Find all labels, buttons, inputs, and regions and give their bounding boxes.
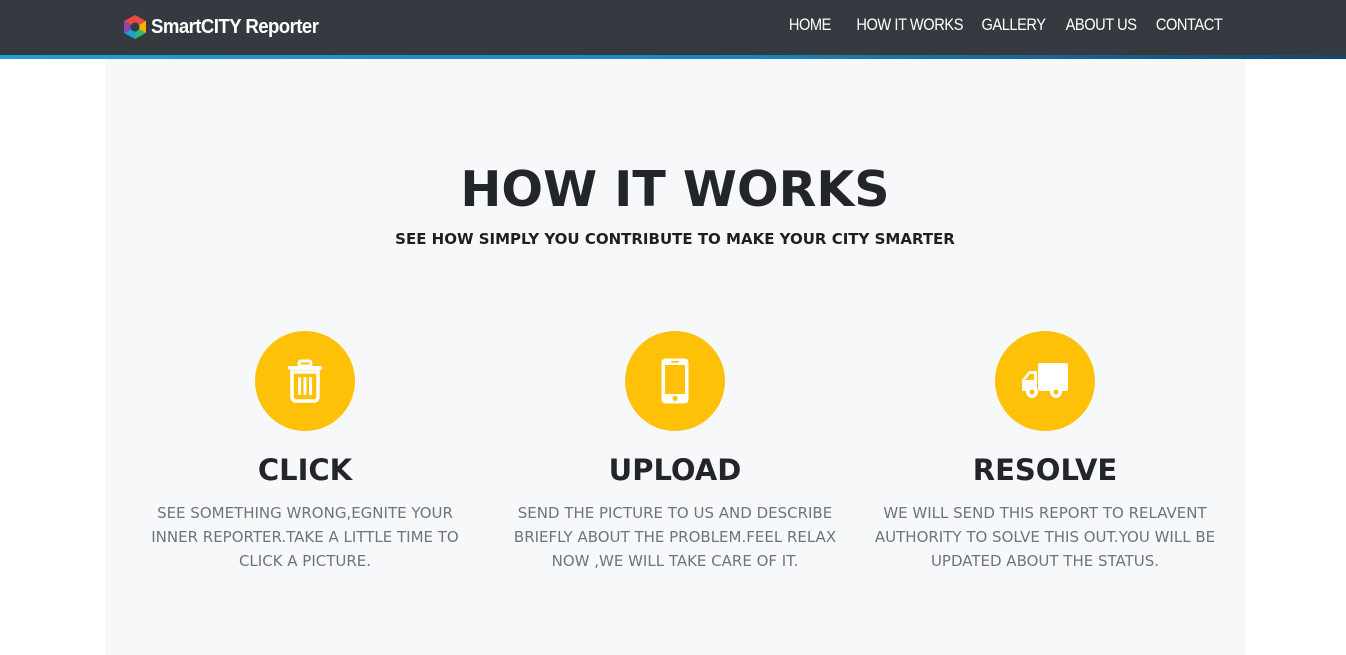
step-resolve: RESOLVE WE WILL SEND THIS REPORT TO RELA… [860, 331, 1230, 573]
step-title: UPLOAD [608, 453, 742, 487]
truck-icon [1022, 363, 1068, 398]
brand-link[interactable]: SmartCITY Reporter [121, 12, 331, 42]
trash-icon [288, 359, 322, 403]
step-icon-circle [625, 331, 725, 431]
step-description: WE WILL SEND THIS REPORT TO RELAVENT AUT… [874, 504, 1216, 570]
step-click: CLICK SEE SOMETHING WRONG,EGNITE YOUR IN… [120, 331, 490, 573]
nav-link-about-us[interactable]: About Us [1066, 15, 1137, 35]
step-title: CLICK [257, 453, 353, 487]
brand-logo-icon [124, 15, 146, 39]
step-icon-circle [995, 331, 1095, 431]
step-description: SEND THE PICTURE TO US AND DESCRIBE BRIE… [513, 504, 837, 570]
mobile-phone-icon [661, 358, 689, 404]
nav-link-gallery[interactable]: Gallery [982, 15, 1047, 35]
section-title: HOW IT WORKS [460, 161, 890, 218]
nav-link-how-it-works[interactable]: How It Works [857, 15, 964, 35]
nav-link-contact[interactable]: Contact [1155, 15, 1222, 35]
step-description: SEE SOMETHING WRONG,EGNITE YOUR INNER RE… [151, 504, 459, 570]
main-nav: Home How It Works Gallery About Us Conta… [789, 15, 1222, 35]
brand-name: SmartCITY Reporter [151, 15, 319, 38]
how-it-works-section: HOW IT WORKS SEE HOW SIMPLY YOU CONTRIBU… [105, 59, 1245, 655]
section-subtitle: SEE HOW SIMPLY YOU CONTRIBUTE TO MAKE YO… [395, 230, 955, 248]
nav-link-home[interactable]: Home [789, 15, 832, 35]
step-icon-circle [255, 331, 355, 431]
step-upload: UPLOAD SEND THE PICTURE TO US AND DESCRI… [490, 331, 860, 573]
top-navbar: SmartCITY Reporter Home How It Works Gal… [0, 0, 1346, 55]
step-title: RESOLVE [972, 453, 1118, 487]
